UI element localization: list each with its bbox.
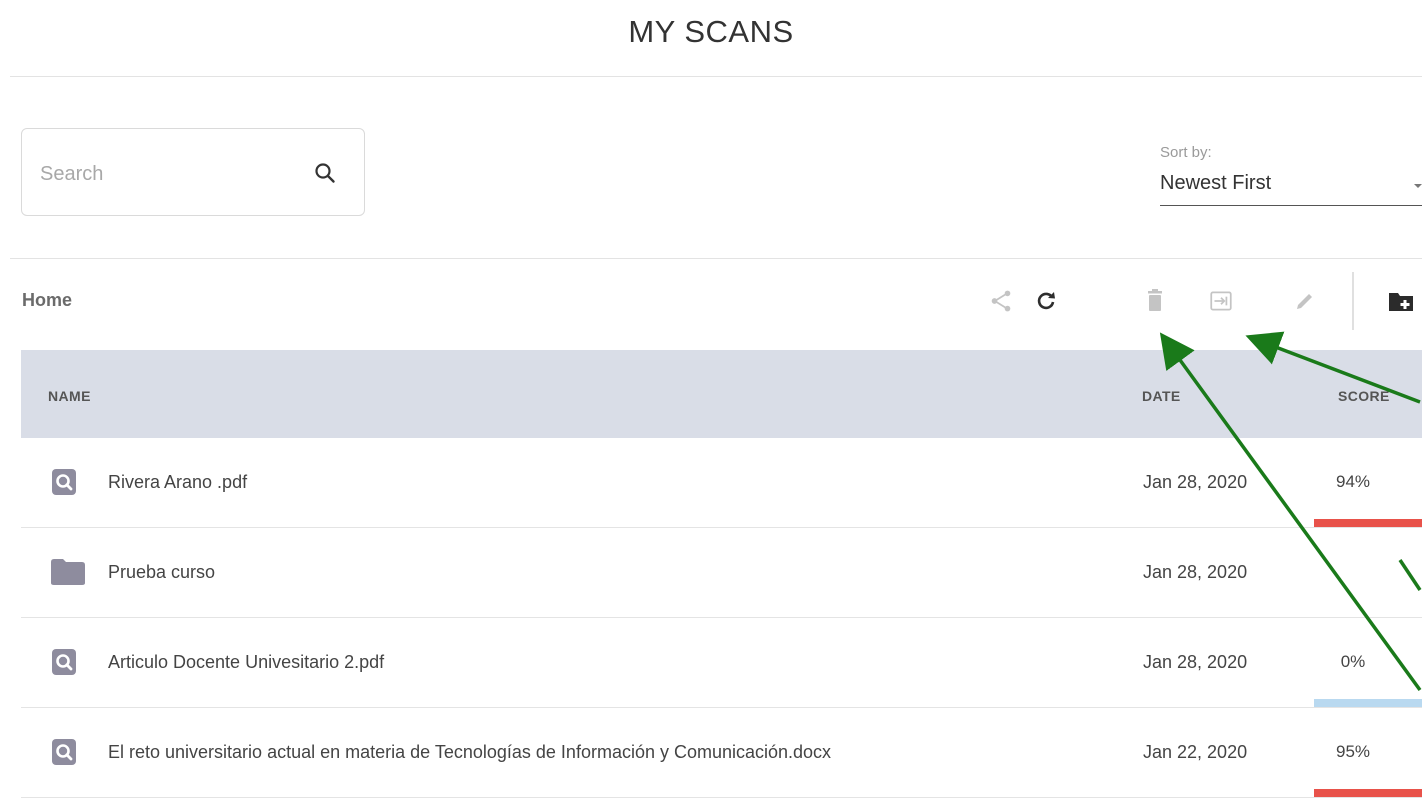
- sort-label: Sort by:: [1160, 144, 1212, 161]
- sort-select[interactable]: Newest First: [1160, 166, 1422, 206]
- search-box: [21, 128, 365, 216]
- search-icon[interactable]: [313, 161, 337, 185]
- share-icon: [991, 290, 1011, 312]
- score-bar: [1314, 789, 1422, 797]
- table-row[interactable]: El reto universitario actual en materia …: [21, 708, 1422, 798]
- share-button[interactable]: [986, 286, 1016, 316]
- scan-date: Jan 28, 2020: [1143, 652, 1248, 672]
- file-name[interactable]: Articulo Docente Univesitario 2.pdf: [108, 652, 384, 673]
- document-scan-icon: [52, 469, 76, 495]
- delete-button[interactable]: [1140, 286, 1170, 316]
- column-header-date[interactable]: DATE: [1142, 388, 1181, 404]
- toolbar-separator: [1352, 272, 1354, 330]
- table-row[interactable]: Prueba curso Jan 28, 2020: [21, 528, 1422, 618]
- breadcrumb[interactable]: Home: [22, 290, 72, 311]
- scan-score: 95%: [1335, 742, 1371, 761]
- document-scan-icon: [52, 739, 76, 765]
- page-title: MY SCANS: [628, 14, 794, 49]
- scan-date: Jan 28, 2020: [1143, 562, 1248, 582]
- score-bar: [1314, 699, 1422, 707]
- document-scan-icon: [52, 649, 76, 675]
- table-row[interactable]: Articulo Docente Univesitario 2.pdf Jan …: [21, 618, 1422, 708]
- refresh-icon: [1037, 292, 1055, 310]
- move-to-folder-icon: [1210, 291, 1232, 311]
- scan-date: Jan 28, 2020: [1143, 472, 1248, 492]
- new-folder-button[interactable]: [1386, 286, 1416, 316]
- search-input[interactable]: [38, 157, 292, 191]
- new-folder-icon: [1389, 293, 1413, 311]
- file-name[interactable]: Rivera Arano .pdf: [108, 472, 247, 493]
- column-header-score[interactable]: SCORE: [1338, 388, 1390, 404]
- folder-name[interactable]: Prueba curso: [108, 562, 215, 583]
- sort-value: Newest First: [1160, 172, 1272, 194]
- column-header-name[interactable]: NAME: [48, 388, 91, 404]
- title-divider: [10, 76, 1422, 77]
- scan-score: 94%: [1335, 472, 1371, 491]
- score-bar: [1314, 519, 1422, 527]
- scan-date: Jan 22, 2020: [1143, 742, 1248, 762]
- refresh-button[interactable]: [1031, 286, 1061, 316]
- scan-score: 0%: [1340, 652, 1366, 671]
- delete-icon: [1148, 289, 1162, 311]
- table-row[interactable]: Rivera Arano .pdf Jan 28, 2020 94%: [21, 438, 1422, 528]
- move-button[interactable]: [1206, 286, 1236, 316]
- rename-button[interactable]: [1290, 286, 1320, 316]
- folder-icon: [51, 559, 85, 585]
- file-name[interactable]: El reto universitario actual en materia …: [108, 742, 831, 763]
- chevron-down-icon: [1414, 184, 1422, 188]
- rename-icon: [1297, 294, 1312, 309]
- toolbar-divider: [10, 258, 1422, 259]
- table-header: NAME DATE SCORE: [21, 350, 1422, 438]
